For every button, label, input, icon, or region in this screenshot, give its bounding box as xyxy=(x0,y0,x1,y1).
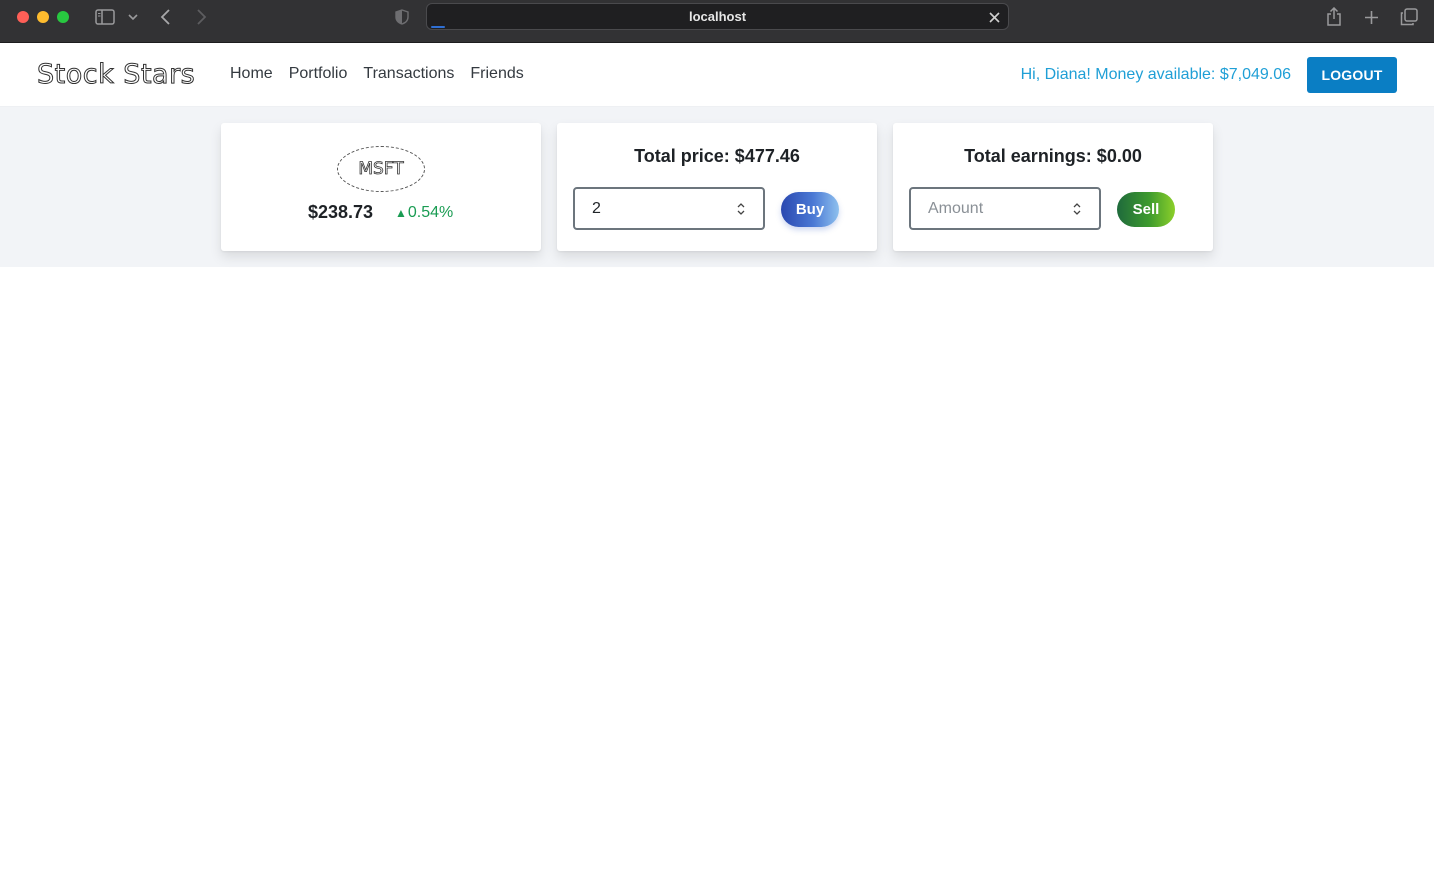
sell-total-earnings: Total earnings: $0.00 xyxy=(964,146,1142,166)
user-greeting: Hi, Diana! Money available: $7,049.06 xyxy=(1020,66,1291,83)
nav-link-transactions[interactable]: Transactions xyxy=(363,65,454,83)
ticker-symbol: MSFT xyxy=(358,159,404,180)
nav-link-home[interactable]: Home xyxy=(230,65,273,83)
close-window-button[interactable] xyxy=(17,11,29,23)
buy-button[interactable]: Buy xyxy=(781,192,839,227)
buy-card: Total price: $477.46 Buy xyxy=(557,123,877,251)
sell-quantity-input[interactable] xyxy=(928,199,1068,218)
nav-link-portfolio[interactable]: Portfolio xyxy=(289,65,348,83)
app-navbar: Stock Stars Home Portfolio Transactions … xyxy=(0,43,1434,107)
plus-icon[interactable] xyxy=(1361,6,1381,28)
sell-card: Total earnings: $0.00 Sell xyxy=(893,123,1213,251)
stock-card: MSFT $238.73 ▲ 0.54% xyxy=(221,123,541,251)
buy-quantity-field[interactable] xyxy=(573,187,765,230)
minimize-window-button[interactable] xyxy=(37,11,49,23)
browser-toolbar: localhost xyxy=(0,0,1434,43)
stock-price: $238.73 xyxy=(308,202,374,222)
loading-progress xyxy=(431,26,445,28)
sidebar-icon[interactable] xyxy=(94,7,116,27)
buy-quantity-input[interactable] xyxy=(592,199,732,218)
nav-link-friends[interactable]: Friends xyxy=(470,65,523,83)
stock-change: ▲ 0.54% xyxy=(395,204,453,222)
chevron-down-icon[interactable] xyxy=(126,8,140,26)
nav-links: Home Portfolio Transactions Friends xyxy=(230,65,524,83)
sell-quantity-field[interactable] xyxy=(909,187,1101,230)
buy-total-price: Total price: $477.46 xyxy=(634,146,800,166)
ticker-logo: MSFT xyxy=(337,146,425,192)
address-bar[interactable]: localhost xyxy=(426,3,1009,30)
url-text: localhost xyxy=(688,9,747,24)
zoom-window-button[interactable] xyxy=(57,11,69,23)
logout-button[interactable]: LOGOUT xyxy=(1307,57,1397,93)
brand-logo[interactable]: Stock Stars xyxy=(36,59,195,91)
stepper-icon[interactable] xyxy=(1072,201,1082,217)
tabs-icon[interactable] xyxy=(1398,6,1420,28)
share-icon[interactable] xyxy=(1324,5,1344,29)
trade-panel: MSFT $238.73 ▲ 0.54% Total price: $477.4… xyxy=(0,107,1434,267)
forward-icon[interactable] xyxy=(191,6,211,28)
close-icon[interactable] xyxy=(986,9,1002,25)
triangle-up-icon: ▲ xyxy=(395,206,407,220)
shield-icon[interactable] xyxy=(393,7,411,27)
sell-button[interactable]: Sell xyxy=(1117,192,1175,227)
stock-change-value: 0.54% xyxy=(407,204,454,221)
stepper-icon[interactable] xyxy=(736,201,746,217)
back-icon[interactable] xyxy=(156,6,176,28)
